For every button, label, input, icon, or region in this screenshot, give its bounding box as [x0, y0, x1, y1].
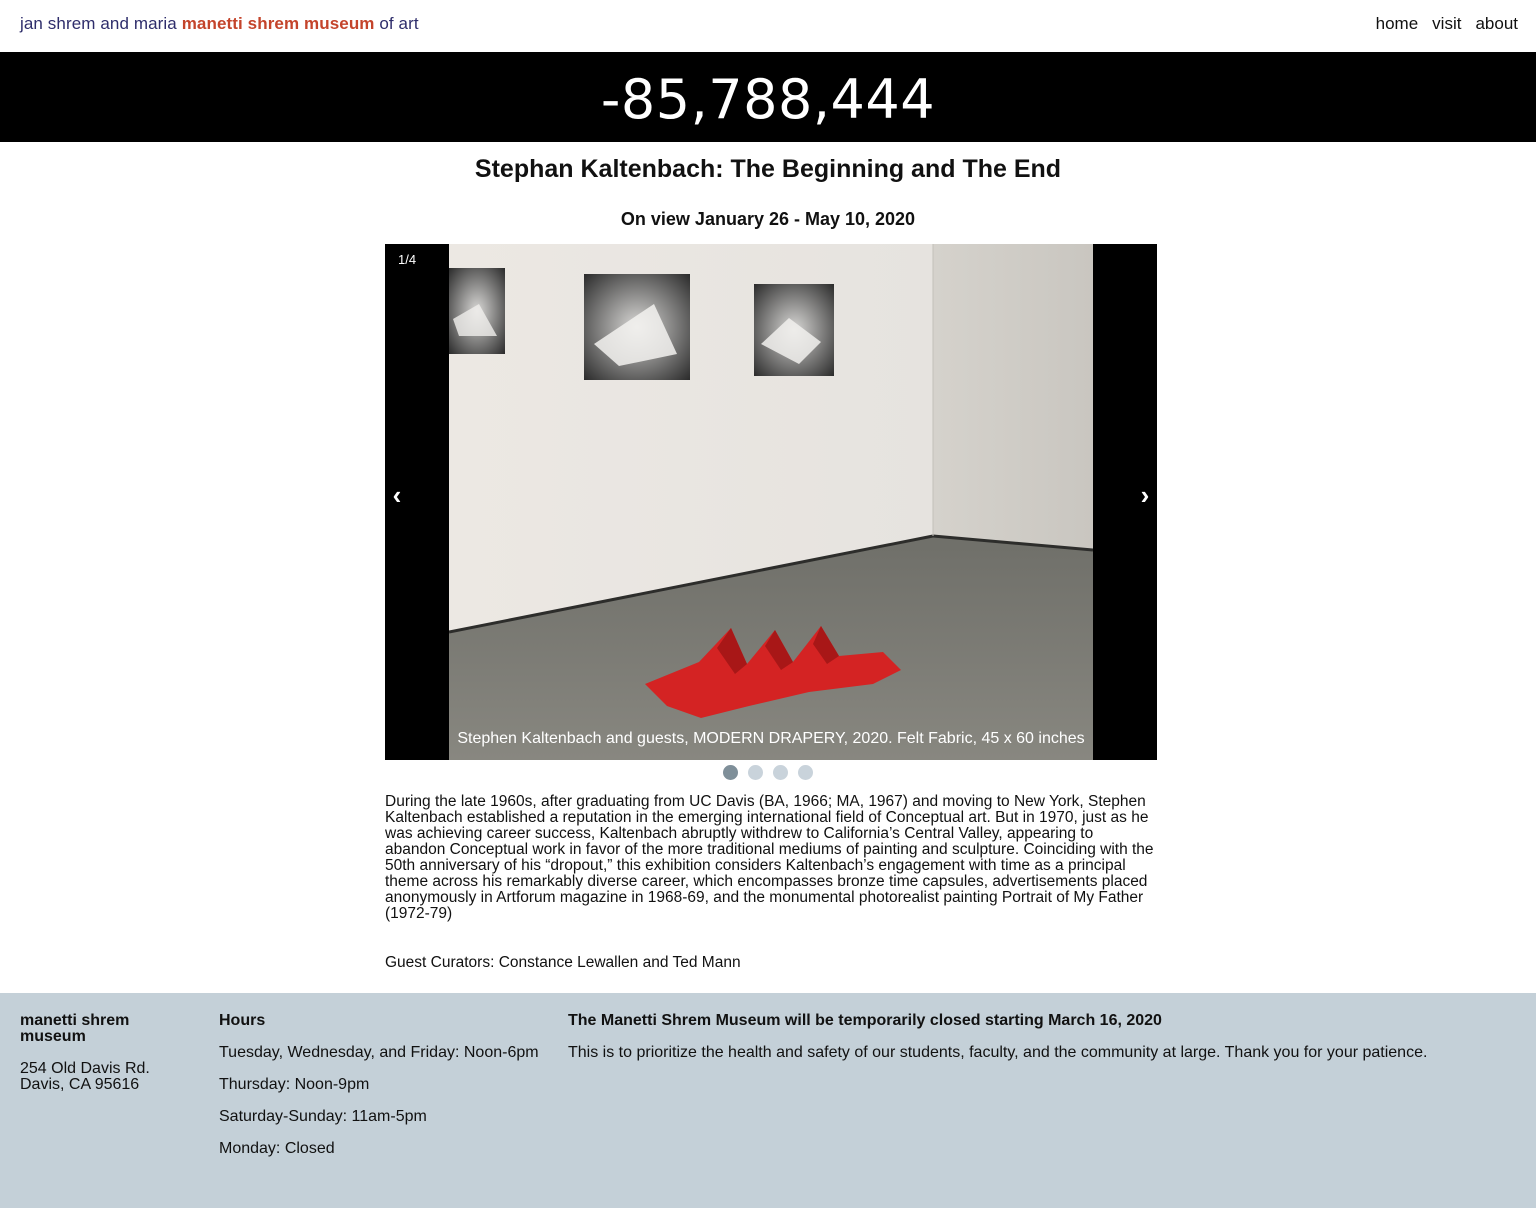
hours-line: Saturday-Sunday: 11am-5pm [219, 1108, 427, 1125]
slideshow: 1/4 ‹ › Stephen Kaltenbach and guests, M… [385, 244, 1157, 760]
exhibition-title: Stephan Kaltenbach: The Beginning and Th… [474, 155, 1062, 183]
main-nav: home visit about [1376, 14, 1518, 34]
site-footer: manetti shrem museum 254 Old Davis Rd. D… [0, 993, 1536, 1208]
site-header: jan shrem and maria manetti shrem museum… [0, 0, 1536, 52]
brand-accent: manetti shrem museum [181, 14, 375, 33]
exhibition-dates: On view January 26 - May 10, 2020 [620, 209, 916, 229]
hours-title: Hours [219, 1012, 266, 1029]
brand-prefix: jan shrem and maria [20, 14, 182, 33]
slide-dot-3[interactable] [773, 765, 788, 780]
slide-caption: Stephen Kaltenbach and guests, MODERN DR… [457, 730, 1085, 747]
footer-notice: The Manetti Shrem Museum will be tempora… [568, 1013, 1488, 1077]
hours-line: Monday: Closed [219, 1140, 335, 1157]
slide-counter: 1/4 [398, 252, 417, 267]
address-line-1: 254 Old Davis Rd. [20, 1060, 150, 1077]
slide-image [449, 244, 1093, 760]
brand-suffix: of art [374, 14, 419, 33]
hours-line: Thursday: Noon-9pm [219, 1076, 370, 1093]
notice-title: The Manetti Shrem Museum will be tempora… [568, 1012, 1162, 1029]
nav-visit-link[interactable]: visit [1432, 14, 1461, 34]
nav-home-link[interactable]: home [1376, 14, 1419, 34]
footer-museum-name: manetti shrem museum [20, 1012, 130, 1045]
hours-line: Tuesday, Wednesday, and Friday: Noon-6pm [219, 1044, 539, 1061]
slide-dot-1[interactable] [723, 765, 738, 780]
countdown-counter: -85,788,444 [600, 68, 936, 131]
previous-slide-button[interactable]: ‹ [385, 480, 409, 510]
nav-about-link[interactable]: about [1475, 14, 1518, 34]
footer-hours: Hours Tuesday, Wednesday, and Friday: No… [219, 1013, 549, 1173]
countdown-band: -85,788,444 [0, 52, 1536, 142]
guest-curators: Guest Curators: Constance Lewallen and T… [385, 954, 741, 971]
exhibition-description: During the late 1960s, after graduating … [385, 793, 1154, 922]
address-line-2: Davis, CA 95616 [20, 1076, 140, 1093]
site-logo[interactable]: jan shrem and maria manetti shrem museum… [20, 14, 419, 34]
slide-dots [0, 765, 1536, 780]
slide-dot-4[interactable] [798, 765, 813, 780]
footer-address: manetti shrem museum 254 Old Davis Rd. D… [20, 1013, 180, 1093]
next-slide-button[interactable]: › [1133, 480, 1157, 510]
slide-dot-2[interactable] [748, 765, 763, 780]
notice-text: This is to prioritize the health and saf… [568, 1044, 1428, 1061]
